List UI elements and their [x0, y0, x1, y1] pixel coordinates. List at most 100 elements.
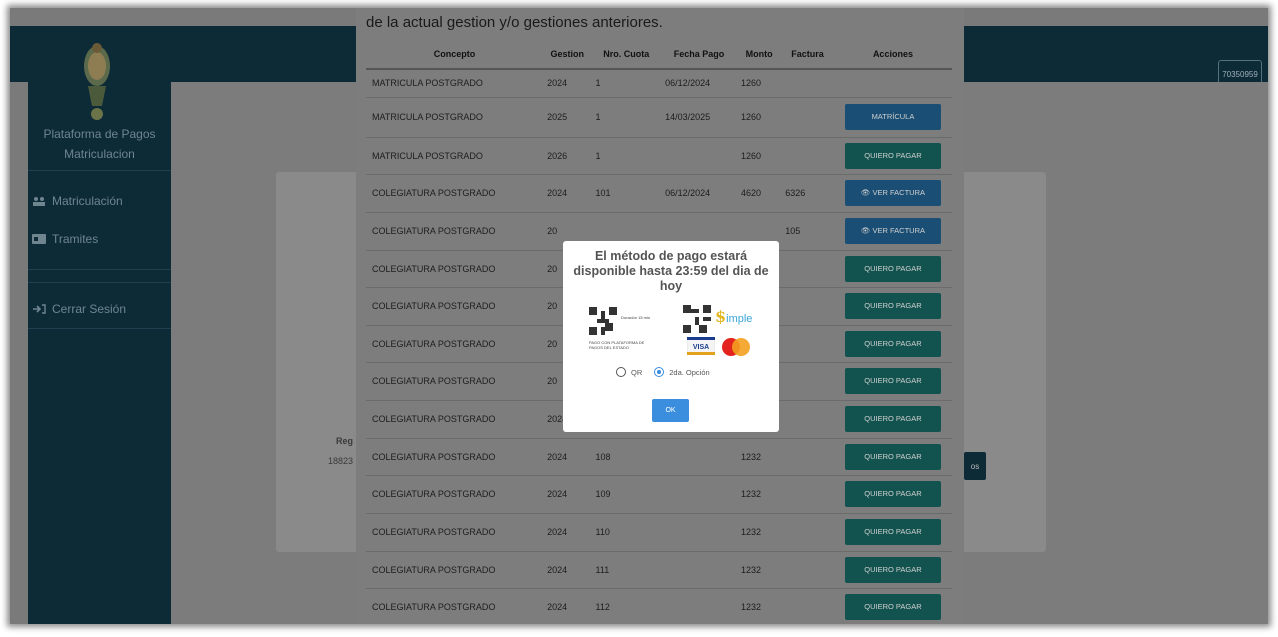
- cell-concepto: COLEGIATURA POSTGRADO: [366, 512, 544, 551]
- cell-concepto: COLEGIATURA POSTGRADO: [366, 474, 544, 513]
- radio-qr[interactable]: [616, 367, 626, 377]
- cell-cuota: 1: [591, 136, 662, 174]
- radio-qr-label: QR: [631, 367, 643, 377]
- cell-factura: [781, 399, 834, 438]
- ver-factura-button[interactable]: 👁 VER FACTURA: [844, 180, 941, 206]
- quiero-pagar-button[interactable]: QUIERO PAGAR: [844, 142, 941, 169]
- cell-gestion: 2024: [543, 68, 592, 97]
- quiero-pagar-button[interactable]: QUIERO PAGAR: [844, 255, 941, 282]
- cell-fecha: [661, 437, 737, 475]
- ok-button[interactable]: OK: [652, 399, 689, 422]
- matricula-button[interactable]: MATRÍCULA: [844, 104, 941, 130]
- sign-out-icon: [33, 304, 46, 314]
- cell-cuota: 1: [591, 68, 662, 97]
- cell-gestion: 2024: [543, 437, 592, 475]
- cell-cuota: 110: [591, 512, 662, 551]
- simple-logo: $imple: [715, 307, 752, 326]
- sidebar: Plataforma de Pagos Matriculacion Matric…: [28, 26, 171, 624]
- radio-2da-opcion[interactable]: [654, 367, 665, 377]
- cell-acciones: QUIERO PAGAR: [833, 587, 952, 624]
- cell-concepto: COLEGIATURA POSTGRADO: [366, 211, 544, 250]
- cell-monto: 1232: [736, 512, 782, 551]
- cell-acciones: QUIERO PAGAR: [833, 474, 952, 513]
- col-fecha: Fecha Pago: [661, 40, 737, 70]
- cell-concepto: MATRICULA POSTGRADO: [366, 136, 544, 174]
- table-row: COLEGIATURA POSTGRADO 2024 109 1232 QUIERO P…: [366, 474, 952, 513]
- cell-factura: [781, 249, 834, 287]
- sidebar-divider: [28, 170, 171, 171]
- cell-gestion: 2026: [543, 136, 592, 174]
- sidebar-item-matriculacion[interactable]: Matriculación: [32, 194, 123, 208]
- cell-fecha: [661, 550, 737, 588]
- brand-title: Plataforma de Pagos Matriculacion: [28, 124, 171, 164]
- table-row: COLEGIATURA POSTGRADO 2024 111 1232 QUIERO P…: [366, 550, 952, 588]
- cell-factura: [781, 550, 834, 588]
- cell-fecha: [661, 587, 737, 624]
- cell-acciones: MATRÍCULA: [833, 96, 952, 137]
- simple-logo-dollar: $: [715, 307, 727, 326]
- cell-acciones: QUIERO PAGAR: [833, 512, 952, 551]
- cell-gestion: 2024: [543, 474, 592, 513]
- sidebar-item-cerrar-sesion[interactable]: Cerrar Sesión: [32, 302, 126, 316]
- ver-factura-button[interactable]: 👁 VER FACTURA: [844, 218, 941, 244]
- cell-acciones: QUIERO PAGAR: [833, 249, 952, 287]
- cell-gestion: 2025: [543, 96, 592, 137]
- cell-concepto: COLEGIATURA POSTGRADO: [366, 587, 544, 624]
- cell-monto: 4620: [736, 173, 782, 212]
- col-factura: Factura: [781, 40, 834, 70]
- cell-concepto: COLEGIATURA POSTGRADO: [366, 437, 544, 475]
- quiero-pagar-button[interactable]: QUIERO PAGAR: [844, 293, 941, 319]
- bg-reg-value: 18823: [328, 456, 354, 466]
- quiero-pagar-button[interactable]: QUIERO PAGAR: [844, 556, 941, 583]
- visa-label: VISA: [693, 344, 709, 351]
- cell-acciones: QUIERO PAGAR: [833, 286, 952, 325]
- quiero-pagar-button[interactable]: QUIERO PAGAR: [844, 481, 941, 507]
- col-monto: Monto: [736, 40, 782, 70]
- cell-monto: 1260: [736, 136, 782, 174]
- quiero-pagar-button[interactable]: QUIERO PAGAR: [844, 594, 941, 621]
- sidebar-item-label: Cerrar Sesión: [52, 302, 127, 316]
- cell-monto: 1232: [736, 550, 782, 588]
- brand-line-1: Plataforma de Pagos: [43, 127, 156, 141]
- cell-factura: [781, 474, 834, 513]
- cell-concepto: MATRICULA POSTGRADO: [366, 96, 544, 137]
- sidebar-item-label: Tramites: [52, 232, 99, 246]
- cell-factura: 6326: [781, 173, 834, 212]
- quiero-pagar-button[interactable]: QUIERO PAGAR: [844, 443, 941, 470]
- col-concepto: Concepto: [366, 40, 544, 70]
- quiero-pagar-button[interactable]: QUIERO PAGAR: [844, 330, 941, 357]
- simple-qr-code-icon: [683, 305, 711, 333]
- sidebar-item-tramites[interactable]: Tramites: [32, 232, 98, 246]
- col-cuota: Nro. Cuota: [591, 40, 662, 70]
- cell-monto: 1232: [736, 474, 782, 513]
- cell-factura: 105: [781, 211, 834, 250]
- cell-cuota: 109: [591, 474, 662, 513]
- cell-fecha: 06/12/2024: [661, 173, 737, 212]
- cell-gestion: 2024: [543, 550, 592, 588]
- col-gestion: Gestion: [543, 40, 592, 70]
- cell-cuota: 112: [591, 587, 662, 624]
- cell-gestion: 2024: [543, 512, 592, 551]
- bg-reg-header: Reg: [336, 436, 354, 446]
- cell-fecha: [661, 136, 737, 174]
- cell-acciones: [833, 68, 952, 97]
- quiero-pagar-button[interactable]: QUIERO PAGAR: [844, 406, 941, 432]
- visa-card-icon: VISA: [687, 337, 715, 355]
- quiero-pagar-button[interactable]: QUIERO PAGAR: [844, 519, 941, 545]
- quiero-pagar-button[interactable]: QUIERO PAGAR: [844, 368, 941, 394]
- table-row: COLEGIATURA POSTGRADO 2024 108 1232 QUIERO P…: [366, 437, 952, 475]
- payment-option-group: QR 2da. Opción: [616, 367, 710, 377]
- background-button: os: [964, 452, 986, 480]
- users-icon: [33, 197, 45, 206]
- table-row: COLEGIATURA POSTGRADO 2024 110 1232 QUIERO P…: [366, 512, 952, 551]
- cell-acciones: 👁 VER FACTURA: [833, 173, 952, 212]
- qr-duration-text: Duración 15 min: [621, 315, 651, 320]
- cell-concepto: COLEGIATURA POSTGRADO: [366, 173, 544, 212]
- cell-factura: [781, 286, 834, 325]
- cell-acciones: QUIERO PAGAR: [833, 361, 952, 400]
- cell-concepto: COLEGIATURA POSTGRADO: [366, 249, 544, 287]
- table-header-row: Concepto Gestion Nro. Cuota Fecha Pago M…: [366, 40, 952, 70]
- cell-cuota: 111: [591, 550, 662, 588]
- cell-acciones: 👁 VER FACTURA: [833, 211, 952, 250]
- cell-concepto: MATRICULA POSTGRADO: [366, 68, 544, 97]
